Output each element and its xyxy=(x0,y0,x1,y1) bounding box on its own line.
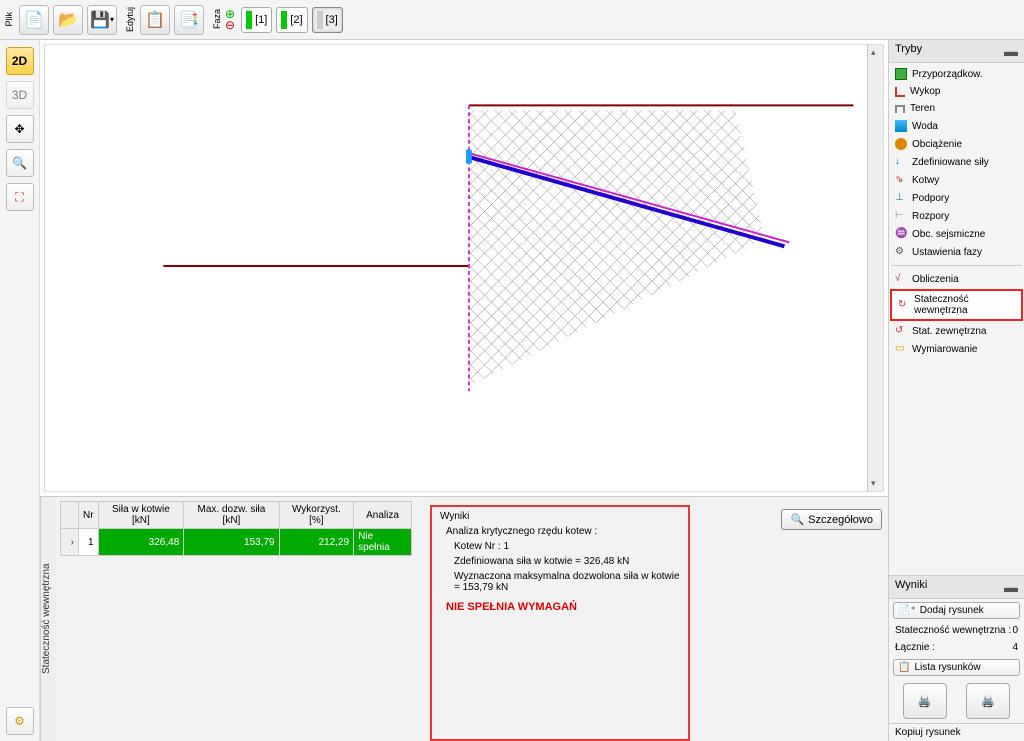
results-summary-box: Wyniki Analiza krytycznego rzędu kotew :… xyxy=(430,505,690,741)
pan-button[interactable]: ✥ xyxy=(6,115,34,143)
copy-icon: 📋 xyxy=(145,10,165,30)
col-wyk[interactable]: Wykorzyst. [%] xyxy=(279,502,353,529)
file-label: Plik xyxy=(4,12,14,27)
results-title: Wyniki xyxy=(440,511,680,522)
phase-2-button[interactable]: [2] xyxy=(276,7,307,33)
printer-icon: 🖨️ xyxy=(918,695,932,708)
results-panel-title: Wyniki ▬ xyxy=(889,576,1024,599)
edit-label: Edytuj xyxy=(125,7,135,32)
mode-anchors[interactable]: ⇘Kotwy xyxy=(889,171,1024,189)
zoom-rect-icon: 🔍 xyxy=(12,156,27,170)
mode-load[interactable]: Obciążenie xyxy=(889,135,1024,153)
table-row[interactable]: › 1 326,48 153,79 212,29 Nie spełnia xyxy=(61,529,412,556)
mode-dimensioning[interactable]: ▭Wymiarowanie xyxy=(889,340,1024,358)
open-file-button[interactable]: 📂 xyxy=(53,5,83,35)
print-button[interactable]: 🖨️ xyxy=(903,683,947,719)
mode-phase-settings[interactable]: ⚙Ustawienia fazy xyxy=(889,243,1024,261)
phase-1-button[interactable]: [1] xyxy=(241,7,272,33)
mode-calculations[interactable]: √Obliczenia xyxy=(889,270,1024,288)
fit-view-button[interactable]: ⛶ xyxy=(6,183,34,211)
remove-phase-button[interactable]: ⊖ xyxy=(225,20,235,31)
drawing-canvas[interactable] xyxy=(44,44,884,492)
modes-panel-title: Tryby ▬ xyxy=(889,40,1024,63)
print-color-button[interactable]: 🖨️ xyxy=(966,683,1010,719)
left-toolbar: 2D 3D ✥ 🔍 ⛶ ⚙ xyxy=(0,40,40,741)
copy-button[interactable]: 📋 xyxy=(140,5,170,35)
add-drawing-button[interactable]: 📄⁺ Dodaj rysunek xyxy=(893,602,1020,619)
list-icon: 📋 xyxy=(898,662,910,673)
magnifier-icon: 🔍 xyxy=(790,513,804,526)
phase-label: Faza xyxy=(212,9,222,29)
right-sidebar: Tryby ▬ Przyporządkow. Wykop Teren Woda … xyxy=(888,40,1024,741)
mode-terrain[interactable]: Teren xyxy=(889,100,1024,117)
blank-page-icon: 📄 xyxy=(24,10,44,30)
paste-icon: 📑 xyxy=(179,10,199,30)
mode-assignment[interactable]: Przyporządkow. xyxy=(889,65,1024,83)
settings-button[interactable]: ⚙ xyxy=(6,707,34,735)
view-3d-button[interactable]: 3D xyxy=(6,81,34,109)
copy-drawing-label: Kopiuj rysunek xyxy=(895,727,961,738)
mode-supports[interactable]: ⊥Podpory xyxy=(889,189,1024,207)
save-file-button[interactable]: 💾▾ xyxy=(87,5,117,35)
mode-excavation[interactable]: Wykop xyxy=(889,83,1024,100)
fit-icon: ⛶ xyxy=(15,190,23,205)
col-max[interactable]: Max. dozw. siła [kN] xyxy=(184,502,279,529)
gear-icon: ⚙ xyxy=(14,714,25,728)
details-button[interactable]: 🔍 Szczegółowo xyxy=(781,509,882,530)
drawing-list-button[interactable]: 📋 Lista rysunków xyxy=(893,659,1020,676)
results-fail-text: NIE SPEŁNIA WYMAGAŃ xyxy=(446,601,680,613)
main-toolbar: Plik 📄 📂 💾▾ Edytuj 📋 📑 Faza ⊕ ⊖ [1] [2] … xyxy=(0,0,1024,40)
mode-forces[interactable]: ↓Zdefiniowane siły xyxy=(889,153,1024,171)
bottom-panel: Stateczność wewnętrzna Nr Siła w kotwie … xyxy=(40,496,888,741)
minimize-panel-icon[interactable]: ▬ xyxy=(1004,43,1018,59)
view-2d-button[interactable]: 2D xyxy=(6,47,34,75)
phase-3-button[interactable]: [3] xyxy=(312,7,343,33)
mode-water[interactable]: Woda xyxy=(889,117,1024,135)
anchors-table: Nr Siła w kotwie [kN] Max. dozw. siła [k… xyxy=(60,501,412,556)
panel-vertical-label: Stateczność wewnętrzna xyxy=(40,497,56,741)
printer-color-icon: 🖨️ xyxy=(981,695,995,708)
canvas-scrollbar[interactable] xyxy=(867,45,883,491)
paste-button[interactable]: 📑 xyxy=(174,5,204,35)
floppy-disk-icon: 💾 xyxy=(90,10,110,30)
diagram-svg xyxy=(45,45,883,491)
add-page-icon: 📄⁺ xyxy=(898,605,916,616)
zoom-area-button[interactable]: 🔍 xyxy=(6,149,34,177)
minimize-results-icon[interactable]: ▬ xyxy=(1004,579,1018,595)
mode-internal-stability[interactable]: ↻Stateczność wewnętrzna xyxy=(890,289,1023,321)
col-analiza[interactable]: Analiza xyxy=(354,502,412,529)
folder-open-icon: 📂 xyxy=(58,10,78,30)
mode-seismic[interactable]: ♒Obc. sejsmiczne xyxy=(889,225,1024,243)
mode-struts[interactable]: ⊢Rozpory xyxy=(889,207,1024,225)
col-nr[interactable]: Nr xyxy=(79,502,99,529)
new-file-button[interactable]: 📄 xyxy=(19,5,49,35)
col-sila[interactable]: Siła w kotwie [kN] xyxy=(98,502,184,529)
mode-external-stability[interactable]: ↺Stat. zewnętrzna xyxy=(889,322,1024,340)
move-icon: ✥ xyxy=(14,122,24,136)
